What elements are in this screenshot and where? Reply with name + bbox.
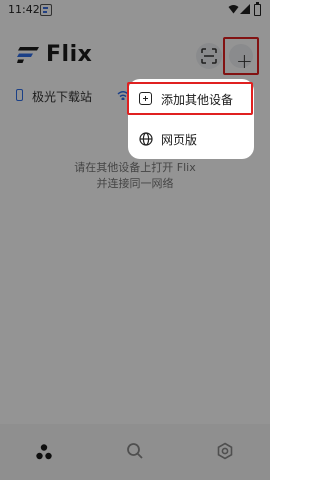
add-square-icon <box>139 92 152 105</box>
add-menu-popup: 添加其他设备 网页版 <box>127 79 254 159</box>
menu-scrim[interactable] <box>0 0 270 480</box>
menu-item-add-other-device[interactable]: 添加其他设备 <box>127 82 253 115</box>
web-version-label: 网页版 <box>161 133 198 147</box>
add-other-device-label: 添加其他设备 <box>161 93 234 107</box>
globe-icon <box>139 132 153 146</box>
menu-item-web-version[interactable]: 网页版 <box>128 123 254 155</box>
